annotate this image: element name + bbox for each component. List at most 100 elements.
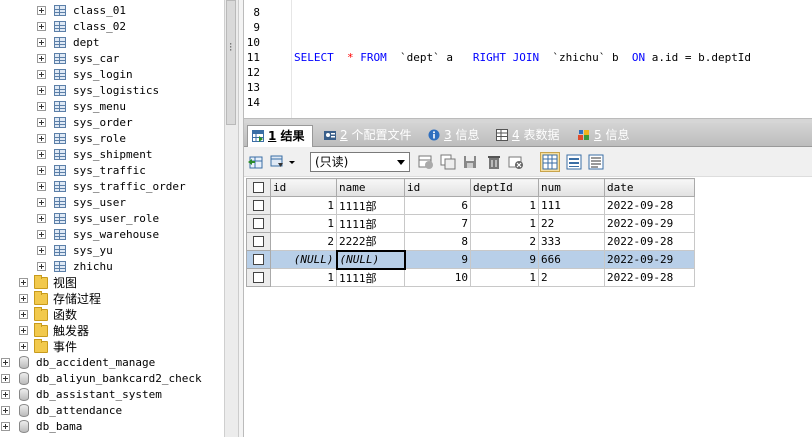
expand-plus-icon[interactable] <box>37 38 46 47</box>
grid-cell[interactable]: 2022-09-28 <box>604 268 695 287</box>
form-view-icon[interactable] <box>566 154 582 170</box>
grid-cell[interactable]: 1 <box>270 196 337 215</box>
tab-result[interactable]: 1 结果 <box>247 125 313 147</box>
col-header-id[interactable]: id <box>270 178 337 197</box>
row-select-cell[interactable] <box>246 250 271 269</box>
view-mode-dropdown-icon[interactable] <box>288 154 296 170</box>
row-select-cell[interactable] <box>246 268 271 287</box>
expand-plus-icon[interactable] <box>19 342 28 351</box>
expand-plus-icon[interactable] <box>37 22 46 31</box>
tree-table-item[interactable]: sys_car <box>0 51 224 67</box>
grid-cell[interactable]: 2 <box>270 232 337 251</box>
result-grid[interactable]: id name id deptId num date 1 1111部 6 1 111 20… <box>246 178 695 287</box>
grid-cell[interactable]: 7 <box>404 214 471 233</box>
grid-cell[interactable]: 666 <box>538 250 605 269</box>
tree-table-item[interactable]: class_01 <box>0 3 224 19</box>
row-select-cell[interactable] <box>246 232 271 251</box>
tree-table-item[interactable]: zhichu <box>0 259 224 275</box>
tree-database-item[interactable]: db_aliyun_bankcard2_check <box>0 371 224 387</box>
grid-cell[interactable]: 2 <box>538 268 605 287</box>
read-only-mode-select[interactable]: (只读) <box>310 152 410 172</box>
expand-plus-icon[interactable] <box>37 230 46 239</box>
tree-table-item[interactable]: sys_traffic <box>0 163 224 179</box>
expand-plus-icon[interactable] <box>19 278 28 287</box>
grid-cell[interactable]: 1 <box>470 196 539 215</box>
grid-cell[interactable]: 2022-09-28 <box>604 232 695 251</box>
col-header-num[interactable]: num <box>538 178 605 197</box>
grid-cell[interactable]: 1 <box>470 268 539 287</box>
sql-query-line[interactable]: SELECT * FROM `dept` a RIGHT JOIN `zhich… <box>294 50 751 65</box>
expand-plus-icon[interactable] <box>37 102 46 111</box>
tree-folder-item[interactable]: 视图 <box>0 275 224 291</box>
grid-cell[interactable]: 22 <box>538 214 605 233</box>
tree-table-item[interactable]: sys_login <box>0 67 224 83</box>
expand-plus-icon[interactable] <box>1 390 10 399</box>
tree-table-item[interactable]: sys_logistics <box>0 83 224 99</box>
select-all-cell[interactable] <box>246 178 271 197</box>
grid-cell[interactable]: 1111部 <box>336 268 405 287</box>
grid-cell[interactable]: 2022-09-28 <box>604 196 695 215</box>
export-icon[interactable] <box>248 154 264 170</box>
tree-folder-item[interactable]: 触发器 <box>0 323 224 339</box>
grid-cell[interactable]: 1111部 <box>336 214 405 233</box>
tree-folder-item[interactable]: 函数 <box>0 307 224 323</box>
grid-cell[interactable]: 333 <box>538 232 605 251</box>
tree-table-item[interactable]: sys_warehouse <box>0 227 224 243</box>
grid-cell[interactable]: 2 <box>470 232 539 251</box>
expand-plus-icon[interactable] <box>37 198 46 207</box>
tree-scrollbar-thumb[interactable] <box>226 0 236 125</box>
grid-cell[interactable]: 1111部 <box>336 196 405 215</box>
row-checkbox[interactable] <box>253 236 264 247</box>
expand-plus-icon[interactable] <box>37 182 46 191</box>
insert-row-icon[interactable] <box>418 154 434 170</box>
expand-plus-icon[interactable] <box>37 70 46 79</box>
expand-plus-icon[interactable] <box>37 262 46 271</box>
table-row[interactable]: 1 1111部 7 1 22 2022-09-29 <box>246 214 695 233</box>
grid-cell[interactable]: 2022-09-29 <box>604 250 695 269</box>
grid-view-icon[interactable] <box>540 152 560 172</box>
tree-table-item[interactable]: sys_yu <box>0 243 224 259</box>
grid-cell[interactable]: 10 <box>404 268 471 287</box>
row-checkbox[interactable] <box>253 200 264 211</box>
grid-cell[interactable]: 1 <box>270 268 337 287</box>
expand-plus-icon[interactable] <box>37 54 46 63</box>
expand-plus-icon[interactable] <box>37 166 46 175</box>
tree-table-item[interactable]: sys_shipment <box>0 147 224 163</box>
tree-table-item[interactable]: sys_order <box>0 115 224 131</box>
grid-cell[interactable]: 1 <box>470 214 539 233</box>
tree-table-item[interactable]: dept <box>0 35 224 51</box>
tree-table-item[interactable]: sys_menu <box>0 99 224 115</box>
table-row[interactable]: 2 2222部 8 2 333 2022-09-28 <box>246 232 695 251</box>
cancel-changes-icon[interactable] <box>508 154 524 170</box>
expand-plus-icon[interactable] <box>37 134 46 143</box>
tree-database-item[interactable]: db_accident_manage <box>0 355 224 371</box>
object-browser-tree[interactable]: class_01 class_02 dept sys_car sys_login sys_… <box>0 0 224 437</box>
grid-cell[interactable]: 2222部 <box>336 232 405 251</box>
tab-table-data[interactable]: 4 表数据 <box>492 125 565 147</box>
select-all-checkbox[interactable] <box>253 182 264 193</box>
expand-plus-icon[interactable] <box>1 374 10 383</box>
grid-cell[interactable]: 9 <box>470 250 539 269</box>
expand-plus-icon[interactable] <box>19 294 28 303</box>
duplicate-row-icon[interactable] <box>440 154 456 170</box>
expand-plus-icon[interactable] <box>37 118 46 127</box>
grid-cell[interactable]: 9 <box>404 250 471 269</box>
col-header-date[interactable]: date <box>604 178 695 197</box>
tab-info[interactable]: 5 信息 <box>574 125 635 147</box>
tree-database-item[interactable]: db_attendance <box>0 403 224 419</box>
expand-plus-icon[interactable] <box>37 86 46 95</box>
tree-folder-item[interactable]: 存储过程 <box>0 291 224 307</box>
grid-cell[interactable]: 1 <box>270 214 337 233</box>
text-view-icon[interactable] <box>588 154 604 170</box>
table-row[interactable]: 1 1111部 10 1 2 2022-09-28 <box>246 268 695 287</box>
expand-plus-icon[interactable] <box>37 246 46 255</box>
sql-editor[interactable]: 8 9 10 11 12 13 14 SELECT * FROM `dept` a RIGH… <box>244 0 812 118</box>
tree-table-item[interactable]: sys_user_role <box>0 211 224 227</box>
tree-database-item[interactable]: db_bama <box>0 419 224 435</box>
expand-plus-icon[interactable] <box>1 358 10 367</box>
expand-plus-icon[interactable] <box>1 422 10 431</box>
save-icon[interactable] <box>462 154 478 170</box>
grid-cell[interactable]: 6 <box>404 196 471 215</box>
col-header-id-b[interactable]: id <box>404 178 471 197</box>
col-header-name[interactable]: name <box>336 178 405 197</box>
